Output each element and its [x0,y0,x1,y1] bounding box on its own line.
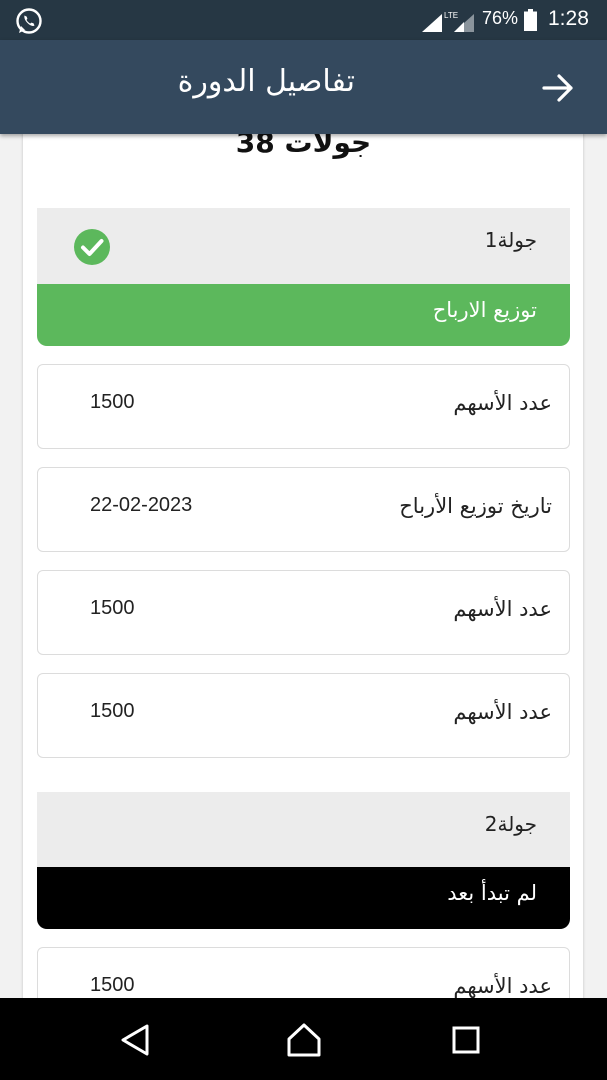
home-icon[interactable] [286,1022,322,1058]
detail-value: 1500 [90,974,135,996]
check-circle-icon [74,229,110,265]
round-title: جولة2 [484,812,537,836]
course-details-content[interactable]: جولات 38 جولة1 توزيع الارباح عدد الأسهم … [0,134,607,998]
detail-label: عدد الأسهم [453,597,552,621]
system-navigation-bar [0,998,607,1080]
round-status-bar: توزيع الارباح [37,284,570,346]
round-status-label: لم تبدأ بعد [447,881,537,905]
app-bar: تفاصيل الدورة [0,40,607,134]
system-status-bar: LTE 76% 1:28 [0,0,607,40]
round-status-label: توزيع الارباح [432,298,537,322]
detail-label: تاريخ توزيع الأرباح [399,494,552,518]
detail-value: 22-02-2023 [90,494,193,516]
battery-icon [524,9,537,31]
detail-row: عدد الأسهم 1500 [37,364,570,449]
detail-label: عدد الأسهم [453,700,552,724]
triangle-back-icon[interactable] [117,1022,153,1058]
square-recents-icon[interactable] [448,1022,484,1058]
page-title: تفاصيل الدورة [177,64,355,99]
detail-value: 1500 [90,597,135,619]
round-header-2[interactable]: جولة2 [37,792,570,868]
detail-value: 1500 [90,700,135,722]
detail-row: تاريخ توزيع الأرباح 22-02-2023 [37,467,570,552]
detail-row: عدد الأسهم 1500 [37,673,570,758]
status-clock: 1:28 [548,7,589,30]
detail-row: عدد الأسهم 1500 [37,947,570,998]
round-status-bar: لم تبدأ بعد [37,867,570,929]
whatsapp-icon [16,8,42,34]
detail-label: عدد الأسهم [453,974,552,998]
signal-strength-icon: LTE [422,11,474,32]
detail-row: عدد الأسهم 1500 [37,570,570,655]
battery-percentage: 76% [482,8,519,28]
rounds-count: جولات 38 [235,134,372,159]
arrow-right-icon[interactable] [538,70,578,106]
round-title: جولة1 [484,228,537,252]
detail-label: عدد الأسهم [453,391,552,415]
round-header-1[interactable]: جولة1 [37,208,570,284]
network-type-label: LTE [444,11,458,20]
detail-value: 1500 [90,391,135,413]
